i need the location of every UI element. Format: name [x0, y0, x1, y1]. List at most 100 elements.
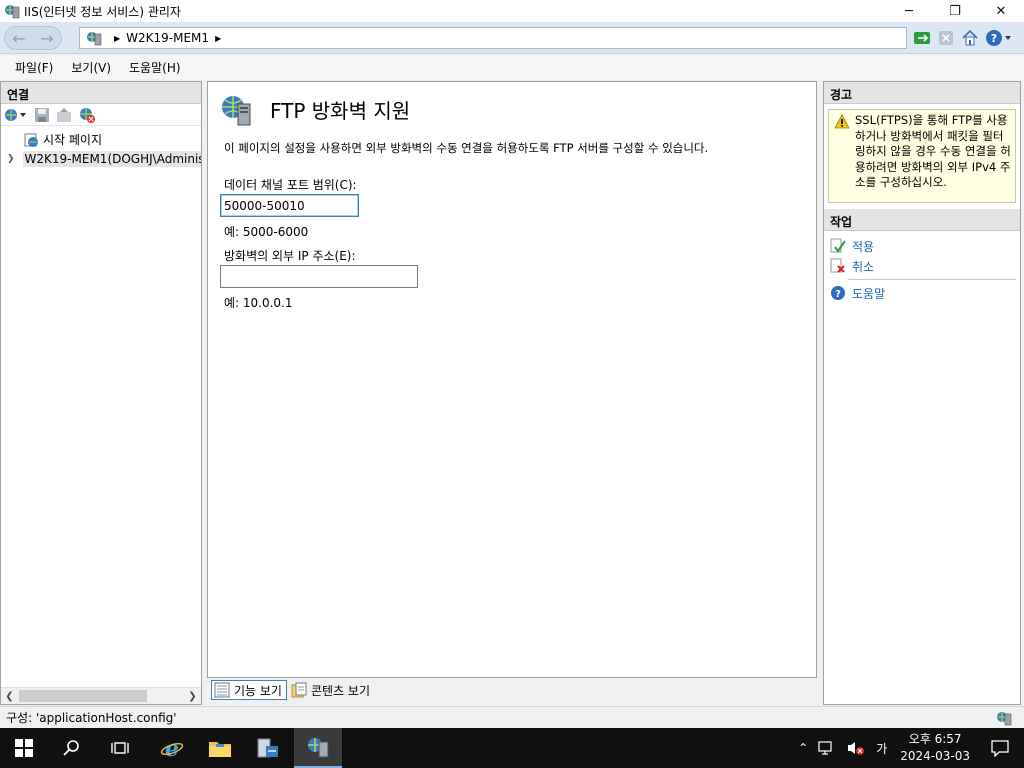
page-description: 이 페이지의 설정을 사용하면 외부 방화벽의 수동 연결을 허용하도록 FTP…	[224, 141, 709, 155]
internet-explorer-icon: e	[160, 736, 184, 760]
menu-file[interactable]: 파일(F)	[6, 59, 62, 76]
show-hidden-icons-chevron-icon[interactable]: ⌃	[798, 741, 808, 755]
tab-features-view[interactable]: 기능 보기	[211, 680, 287, 700]
breadcrumb-separator-icon[interactable]: ▶	[215, 34, 221, 43]
breadcrumb-server[interactable]: W2K19-MEM1	[126, 31, 209, 45]
start-button[interactable]	[0, 728, 48, 768]
input-method-indicator[interactable]: 가	[876, 740, 887, 757]
windows-logo-icon	[15, 739, 33, 757]
svg-text:?: ?	[835, 289, 841, 300]
connections-header: 연결	[1, 82, 201, 104]
clock[interactable]: 오후 6:57 2024-03-03	[900, 731, 970, 765]
forward-arrow-icon[interactable]: →	[40, 29, 53, 48]
system-tray: ⌃ 가 오후 6:57 2024-03-03	[793, 728, 1024, 768]
help-action[interactable]: ? 도움말	[824, 283, 1020, 303]
task-view-button[interactable]	[96, 728, 144, 768]
server-manager-icon	[257, 738, 278, 758]
taskbar-server-manager[interactable]	[244, 728, 292, 768]
iis-app-icon	[5, 5, 20, 19]
connections-pane: 연결 시작 페이지 ❯ W2K19-MEM1(DOGHJ\Administrat…	[0, 81, 202, 705]
search-button[interactable]	[48, 728, 96, 768]
home-icon[interactable]	[960, 28, 980, 48]
cancel-action[interactable]: 취소	[824, 256, 1020, 276]
view-tabs: 기능 보기 콘텐츠 보기	[211, 680, 374, 700]
navigation-bar: ← → ▶ W2K19-MEM1 ▶ ?	[0, 22, 1024, 54]
restore-button[interactable]: ❐	[932, 0, 978, 22]
tree-item-server[interactable]: ❯ W2K19-MEM1(DOGHJ\Administrator)	[1, 149, 201, 168]
tab-content-label: 콘텐츠 보기	[310, 683, 370, 698]
tab-features-label: 기능 보기	[234, 683, 282, 698]
breadcrumb-separator-icon[interactable]: ▶	[114, 34, 120, 43]
tree-item-label: 시작 페이지	[43, 133, 103, 147]
file-explorer-icon	[209, 742, 231, 757]
up-level-icon[interactable]	[56, 107, 72, 123]
clock-time: 오후 6:57	[908, 732, 962, 746]
refresh-icon[interactable]	[912, 28, 932, 48]
taskbar-file-explorer[interactable]	[196, 728, 244, 768]
help-dropdown-icon[interactable]: ?	[984, 28, 1014, 48]
start-page-icon	[24, 133, 38, 147]
scroll-left-icon[interactable]: ❮	[1, 691, 18, 702]
actions-pane: 경고 SSL(FTPS)을 통해 FTP를 사용하거나 방화벽에서 패킷을 필터…	[823, 81, 1021, 705]
chevron-right-icon[interactable]: ❯	[7, 154, 15, 164]
action-divider	[848, 279, 1016, 280]
disconnect-icon[interactable]	[78, 106, 96, 124]
apply-action[interactable]: 적용	[824, 236, 1020, 256]
task-view-icon	[111, 742, 129, 754]
save-icon[interactable]	[34, 107, 50, 123]
menu-help[interactable]: 도움말(H)	[120, 59, 190, 76]
external-ip-example: 예: 10.0.0.1	[224, 296, 293, 310]
notification-center-icon[interactable]	[990, 739, 1010, 757]
tree-item-start-page[interactable]: 시작 페이지	[1, 130, 201, 149]
minimize-button[interactable]: ─	[886, 0, 932, 22]
apply-check-icon	[830, 238, 846, 253]
server-globe-icon	[87, 32, 102, 46]
feature-pane: FTP 방화벽 지원 이 페이지의 설정을 사용하면 외부 방화벽의 수동 연결…	[207, 81, 817, 678]
menu-bar: 파일(F) 보기(V) 도움말(H)	[0, 55, 1024, 79]
status-text: 구성: 'applicationHost.config'	[6, 711, 177, 725]
close-button[interactable]: ✕	[978, 0, 1024, 22]
content-view-icon	[291, 682, 307, 698]
port-range-example: 예: 5000-6000	[224, 225, 309, 239]
connections-toolbar	[1, 104, 201, 126]
external-ip-input[interactable]	[220, 265, 418, 288]
alerts-header: 경고	[824, 82, 1020, 104]
port-range-label: 데이터 채널 포트 범위(C):	[224, 178, 357, 192]
connect-globe-icon[interactable]	[4, 107, 28, 123]
network-icon[interactable]	[818, 740, 836, 756]
help-label: 도움말	[852, 286, 886, 301]
taskbar-iis-manager[interactable]	[294, 728, 342, 768]
menu-view[interactable]: 보기(V)	[62, 59, 120, 76]
stop-icon[interactable]	[936, 28, 956, 48]
ftp-firewall-icon	[222, 96, 251, 126]
back-arrow-icon[interactable]: ←	[12, 29, 25, 48]
taskbar-internet-explorer[interactable]: e	[148, 728, 196, 768]
external-ip-label: 방화벽의 외부 IP 주소(E):	[224, 249, 356, 263]
status-bar: 구성: 'applicationHost.config'	[0, 706, 1024, 728]
scroll-right-icon[interactable]: ❯	[184, 691, 201, 702]
apply-label: 적용	[852, 239, 875, 254]
svg-text:e: e	[165, 736, 179, 760]
network-status-icon	[997, 712, 1012, 726]
port-range-input[interactable]	[220, 194, 359, 217]
features-view-icon	[214, 682, 230, 698]
warning-icon	[834, 114, 850, 129]
horizontal-scrollbar[interactable]: ❮ ❯	[1, 687, 201, 704]
page-title: FTP 방화벽 지원	[270, 99, 411, 123]
scroll-thumb[interactable]	[19, 690, 147, 702]
nav-arrows: ← →	[4, 26, 62, 50]
volume-muted-icon[interactable]	[846, 740, 866, 756]
window-title: IIS(인터넷 정보 서비스) 관리자	[24, 4, 181, 19]
actions-header: 작업	[824, 209, 1020, 231]
cancel-label: 취소	[852, 259, 875, 274]
iis-manager-icon	[308, 738, 329, 758]
alert-message: SSL(FTPS)을 통해 FTP를 사용하거나 방화벽에서 패킷을 필터링하지…	[855, 113, 1011, 189]
search-icon	[63, 740, 79, 756]
help-icon: ?	[831, 286, 845, 300]
svg-text:?: ?	[991, 32, 997, 45]
tree-item-label: W2K19-MEM1(DOGHJ\Administrator)	[22, 150, 201, 167]
alert-message-box: SSL(FTPS)을 통해 FTP를 사용하거나 방화벽에서 패킷을 필터링하지…	[828, 109, 1016, 203]
address-bar[interactable]: ▶ W2K19-MEM1 ▶	[79, 27, 907, 49]
tab-content-view[interactable]: 콘텐츠 보기	[289, 680, 374, 700]
cancel-x-icon	[830, 258, 845, 273]
